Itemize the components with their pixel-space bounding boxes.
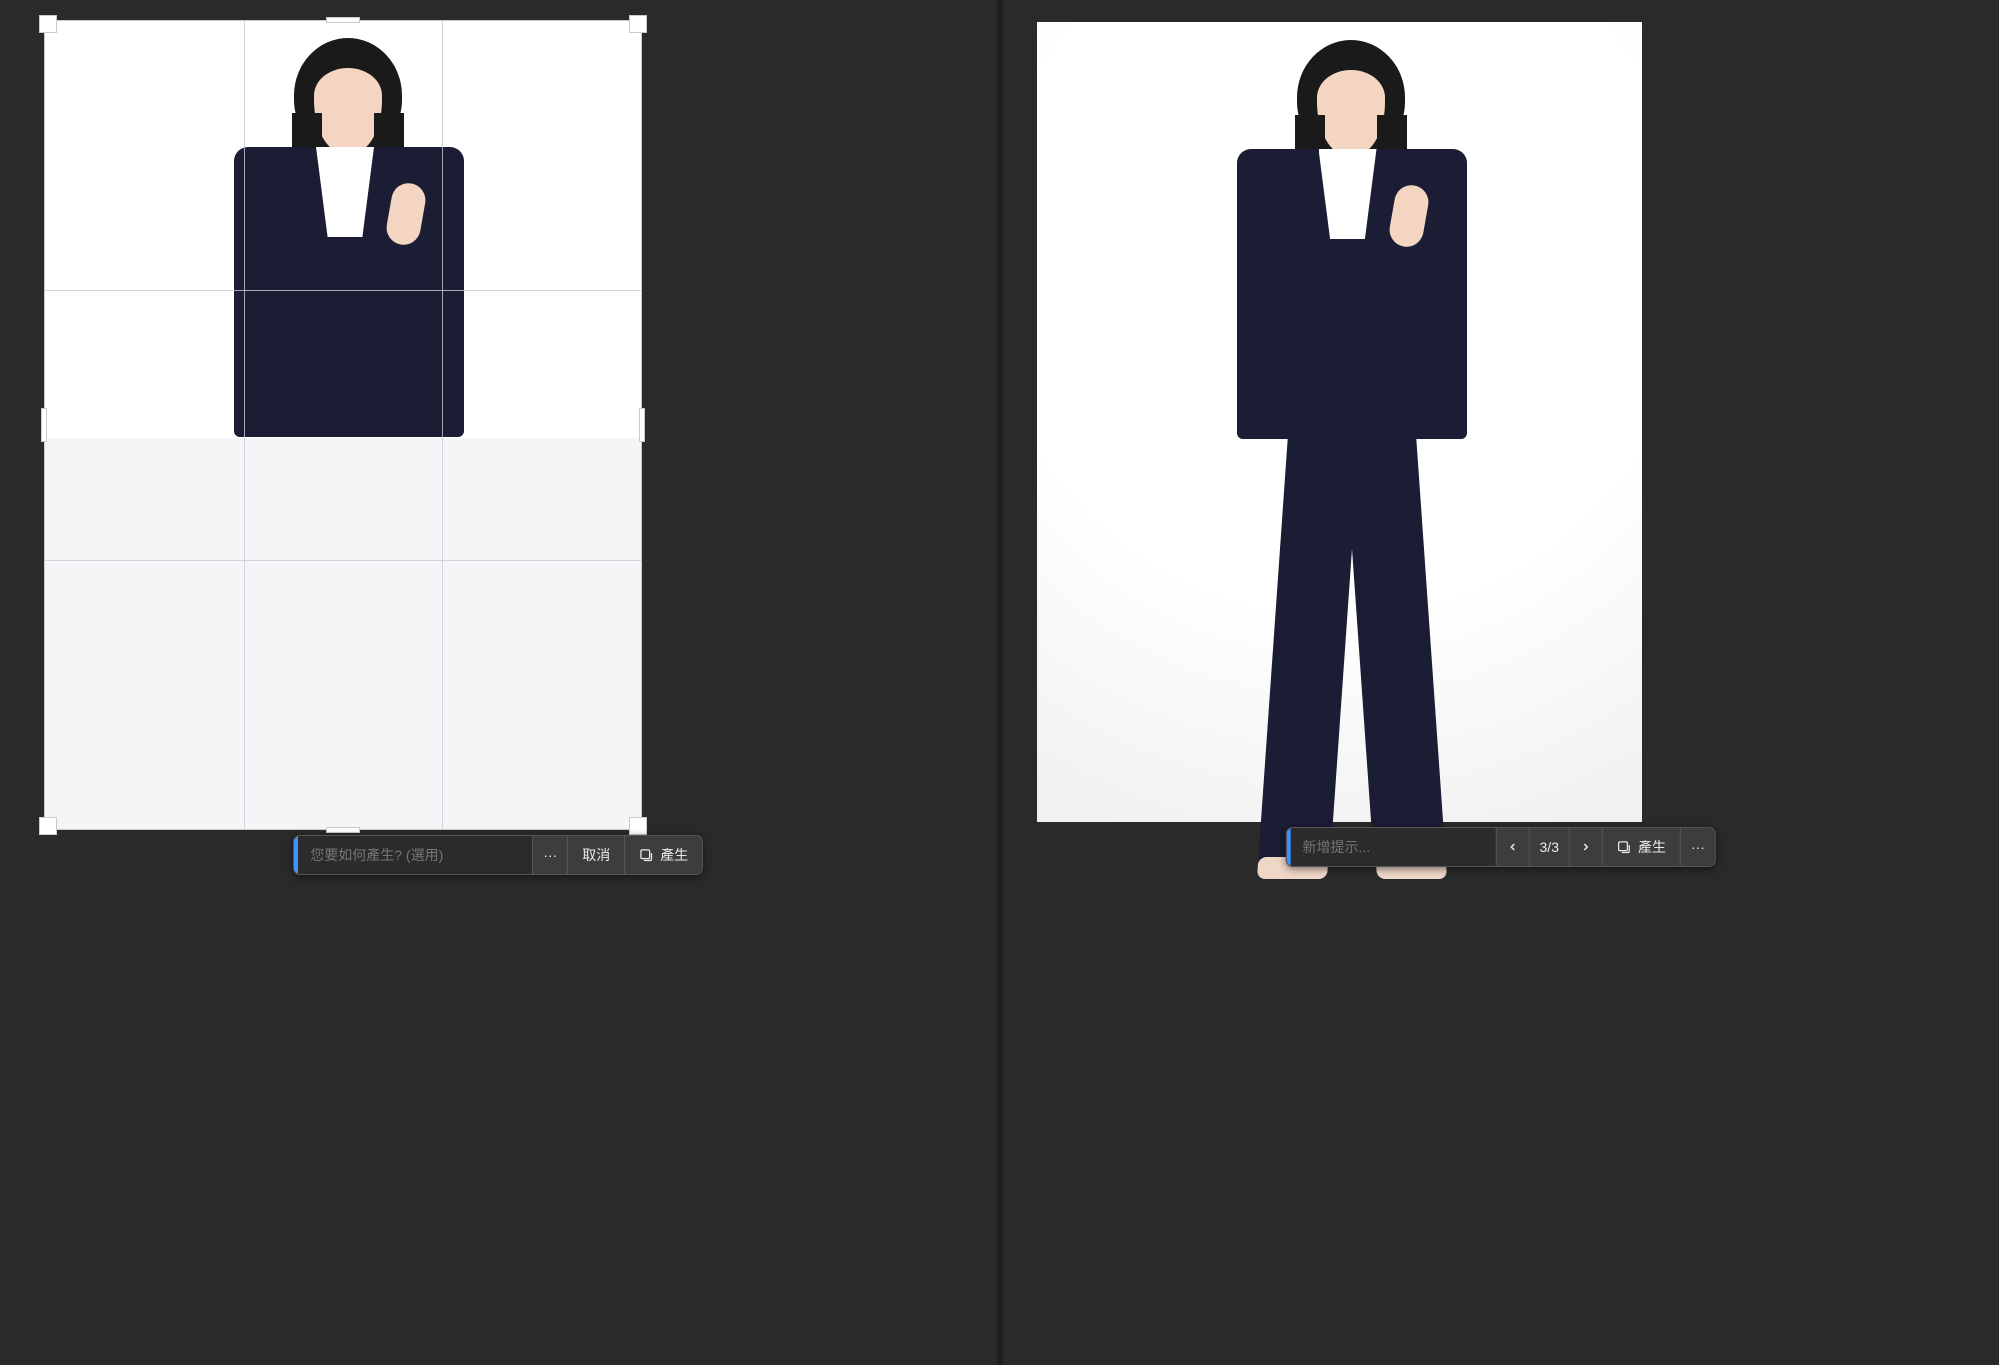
- crop-handle-right[interactable]: [639, 408, 645, 442]
- subject-legs: [1237, 439, 1467, 869]
- generate-label: 產生: [1638, 837, 1666, 857]
- generate-fill-icon: [1617, 840, 1632, 855]
- grid-line: [442, 21, 443, 829]
- subject-head: [1297, 40, 1405, 155]
- crop-handle-top[interactable]: [326, 17, 360, 23]
- left-pane: ··· 取消 產生: [0, 0, 997, 1365]
- more-icon: ···: [543, 847, 557, 863]
- grid-line: [244, 21, 245, 829]
- chevron-left-icon: [1507, 841, 1519, 853]
- crop-handle-tl[interactable]: [39, 15, 57, 33]
- generate-button[interactable]: 產生: [1602, 828, 1680, 866]
- right-canvas[interactable]: [1037, 22, 1642, 822]
- more-button[interactable]: ···: [1680, 828, 1715, 866]
- cancel-button[interactable]: 取消: [567, 836, 624, 874]
- crop-frame[interactable]: [44, 20, 642, 830]
- prompt-input[interactable]: [1291, 828, 1496, 866]
- next-variation-button[interactable]: [1569, 828, 1602, 866]
- crop-handle-br[interactable]: [629, 817, 647, 835]
- chevron-right-icon: [1580, 841, 1592, 853]
- variation-toolbar: 3/3 產生 ···: [1286, 827, 1716, 867]
- crop-handle-tr[interactable]: [629, 15, 647, 33]
- variation-counter: 3/3: [1529, 828, 1569, 866]
- prompt-input[interactable]: [298, 836, 532, 874]
- left-canvas[interactable]: [44, 20, 642, 830]
- right-pane: 3/3 產生 ···: [1003, 0, 1999, 1365]
- more-icon: ···: [1691, 839, 1705, 855]
- generate-fill-icon: [639, 848, 654, 863]
- crop-handle-bottom[interactable]: [326, 827, 360, 833]
- prev-variation-button[interactable]: [1496, 828, 1529, 866]
- generate-button[interactable]: 產生: [624, 836, 702, 874]
- counter-text: 3/3: [1540, 839, 1559, 855]
- generative-fill-toolbar: ··· 取消 產生: [293, 835, 703, 875]
- generate-label: 產生: [660, 845, 688, 865]
- grid-line: [45, 560, 641, 561]
- grid-line: [45, 290, 641, 291]
- cancel-label: 取消: [582, 845, 610, 865]
- subject-image-result: [1297, 40, 1467, 439]
- subject-torso: [1237, 149, 1467, 439]
- crop-handle-bl[interactable]: [39, 817, 57, 835]
- more-button[interactable]: ···: [532, 836, 567, 874]
- crop-handle-left[interactable]: [41, 408, 47, 442]
